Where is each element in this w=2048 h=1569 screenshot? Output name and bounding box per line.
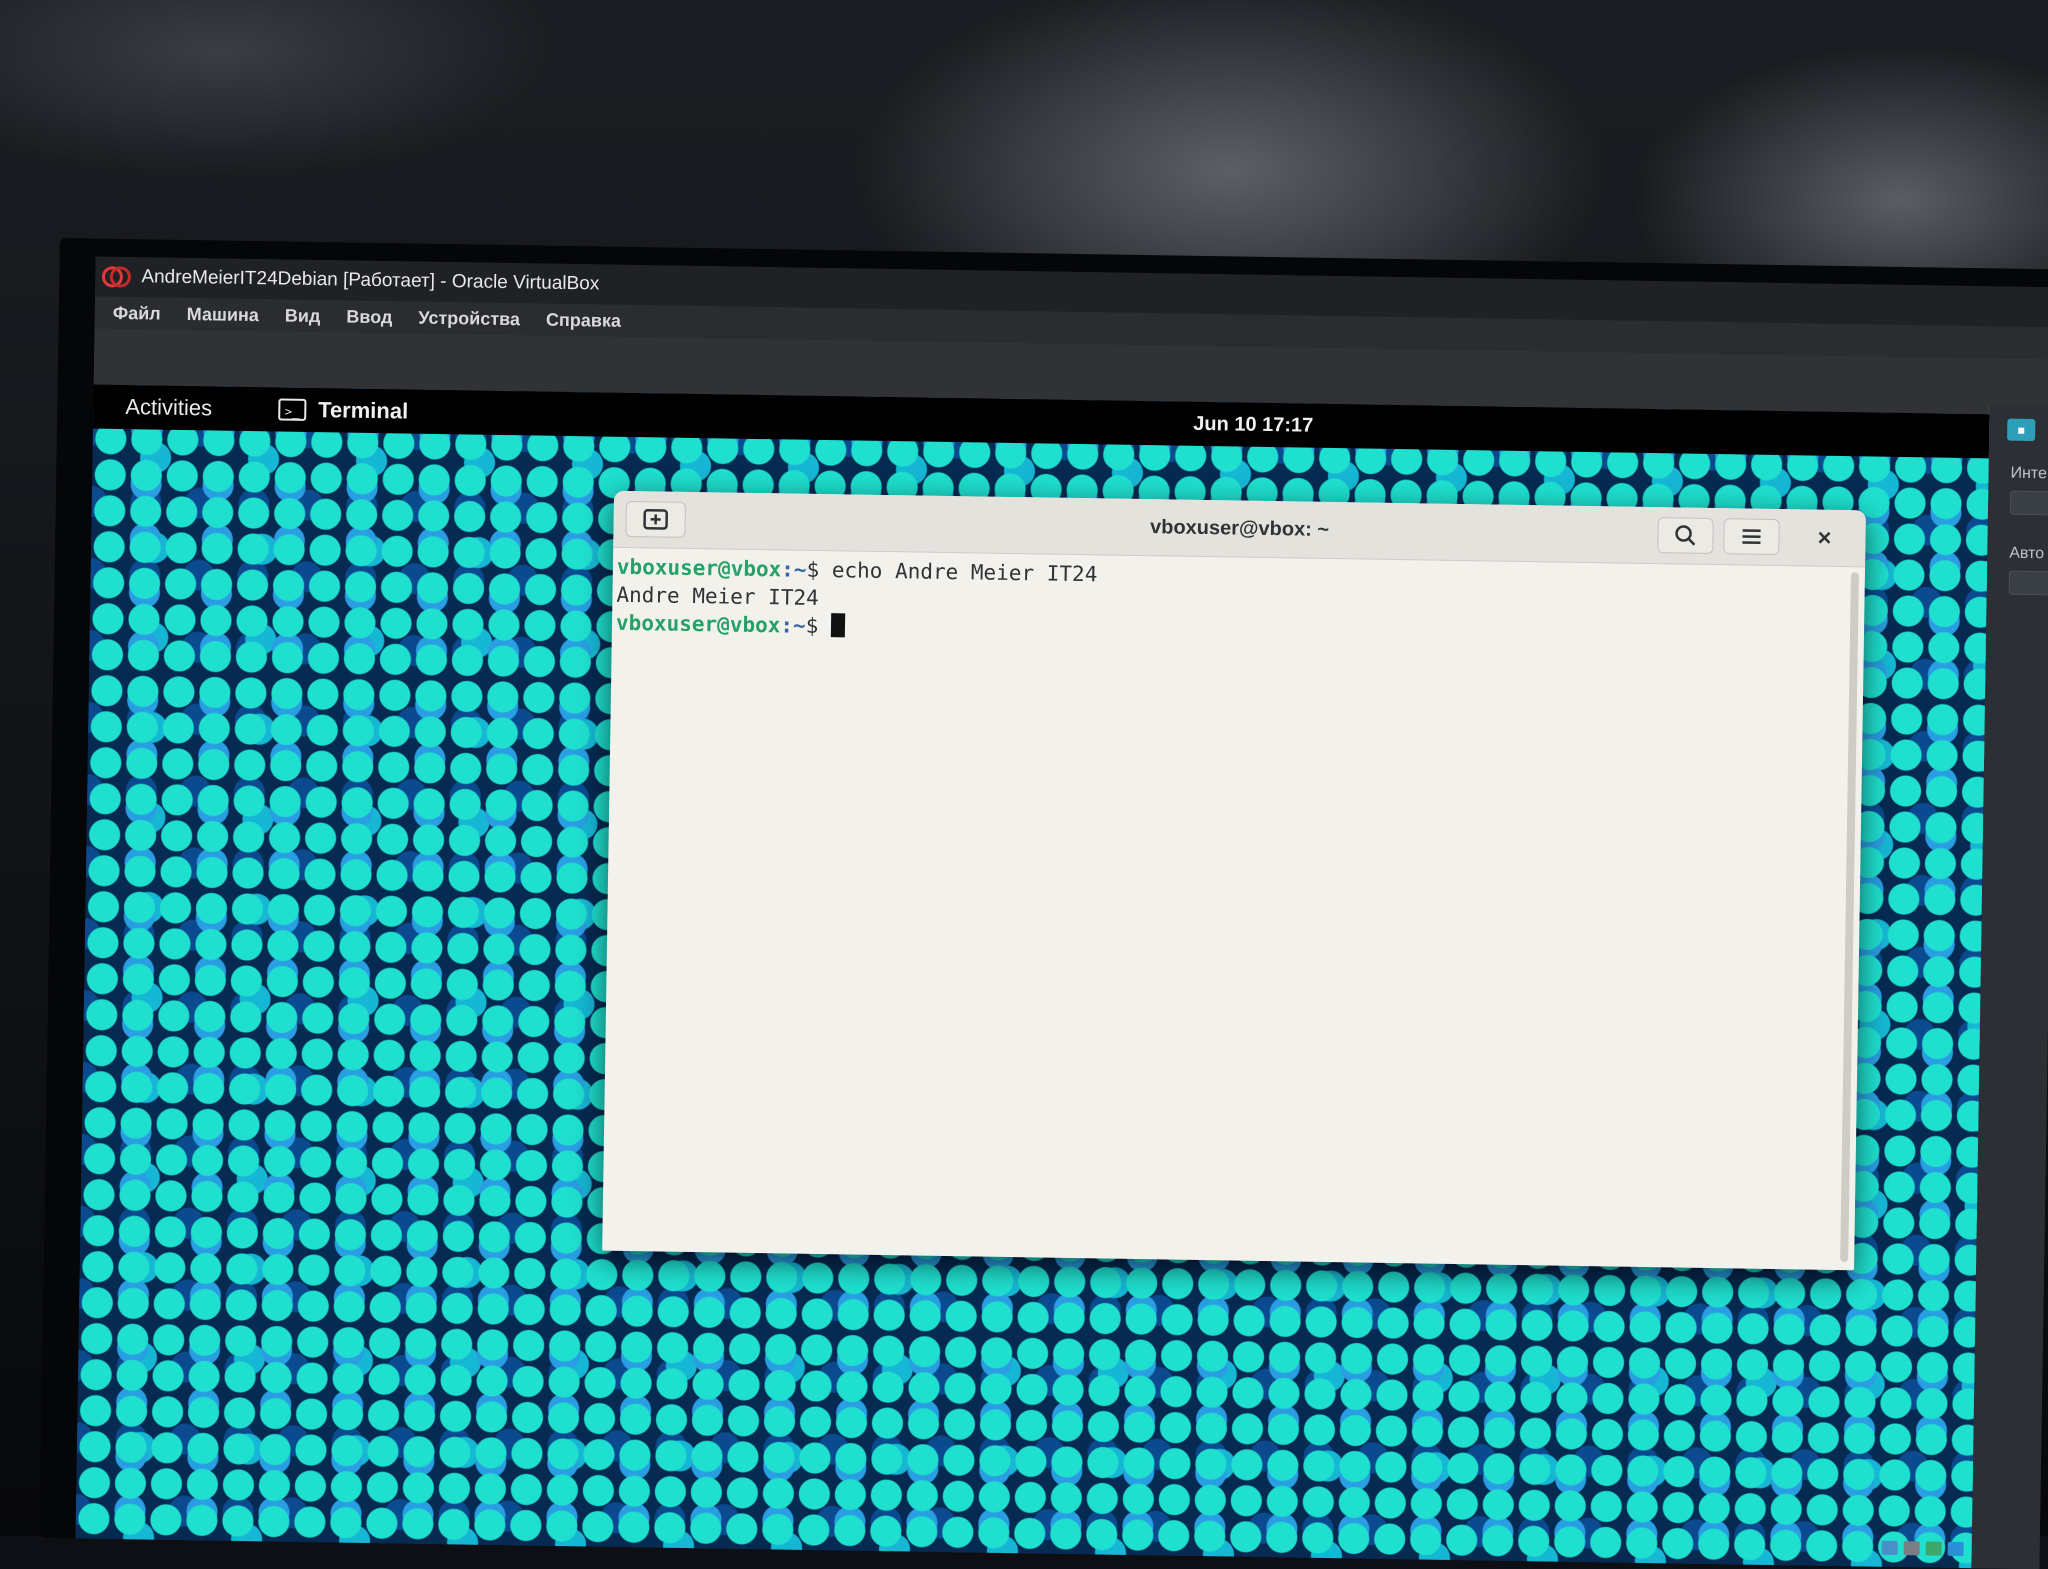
- prompt-path: :~: [780, 613, 806, 637]
- app-menu[interactable]: >_ Terminal: [278, 396, 408, 424]
- chat-icon[interactable]: ▪: [2007, 419, 2035, 441]
- activities-button[interactable]: Activities: [125, 394, 212, 421]
- new-tab-icon: [642, 508, 668, 530]
- clock[interactable]: Jun 10 17:17: [1193, 402, 1314, 448]
- virtualbox-window-title: AndreMeierIT24Debian [Работает] - Oracle…: [141, 266, 599, 295]
- prompt-path: :~: [781, 557, 807, 581]
- sidepanel-field-2[interactable]: [2009, 571, 2048, 596]
- sidepanel-field-1[interactable]: [2010, 491, 2048, 516]
- command-output: Andre Meier IT24: [616, 583, 819, 610]
- prompt-user-host: vboxuser@vbox: [616, 611, 781, 638]
- virtualbox-logo-icon: [101, 265, 131, 289]
- display-icon[interactable]: [1926, 1541, 1942, 1555]
- command-text: [818, 614, 831, 638]
- text-cursor: [831, 613, 845, 637]
- close-icon: [1816, 530, 1832, 546]
- menu-view[interactable]: Вид: [285, 305, 321, 327]
- search-icon: [1673, 523, 1697, 547]
- terminal-window: vboxuser@vbox: ~: [602, 491, 1866, 1271]
- virtualbox-window: AndreMeierIT24Debian [Работает] - Oracle…: [76, 257, 2048, 1569]
- sidepanel-label-2: Авто: [2009, 545, 2048, 564]
- app-menu-label: Terminal: [318, 397, 408, 424]
- new-tab-button[interactable]: [625, 501, 686, 538]
- prompt-symbol: $: [806, 558, 819, 582]
- prompt-user-host: vboxuser@vbox: [617, 555, 782, 582]
- terminal-output[interactable]: vboxuser@vbox:~$ echo Andre Meier IT24 A…: [606, 549, 1841, 1271]
- terminal-icon: >_: [278, 398, 306, 420]
- sidepanel-label-1: Инте: [2010, 465, 2048, 484]
- keyboard-icon[interactable]: [1948, 1542, 1964, 1556]
- usb-icon[interactable]: [1904, 1541, 1920, 1555]
- menu-file[interactable]: Файл: [113, 302, 161, 324]
- hamburger-menu-icon: [1739, 526, 1763, 546]
- network-icon[interactable]: [1882, 1541, 1898, 1555]
- vbox-status-tray: [1882, 1541, 1964, 1556]
- guest-desktop[interactable]: Activities >_ Terminal Jun 10 17:17 vbox…: [76, 385, 1990, 1569]
- menu-help[interactable]: Справка: [546, 309, 621, 331]
- search-button[interactable]: [1657, 517, 1714, 554]
- monitor-frame: AndreMeierIT24Debian [Работает] - Oracle…: [40, 238, 2048, 1569]
- close-button[interactable]: [1803, 519, 1846, 556]
- menu-input[interactable]: Ввод: [346, 306, 392, 328]
- command-text: echo Andre Meier IT24: [819, 558, 1097, 586]
- terminal-scrollbar[interactable]: [1840, 572, 1859, 1262]
- menu-machine[interactable]: Машина: [187, 304, 260, 326]
- prompt-symbol: $: [805, 614, 818, 638]
- menu-devices[interactable]: Устройства: [418, 307, 520, 330]
- menu-button[interactable]: [1723, 518, 1780, 555]
